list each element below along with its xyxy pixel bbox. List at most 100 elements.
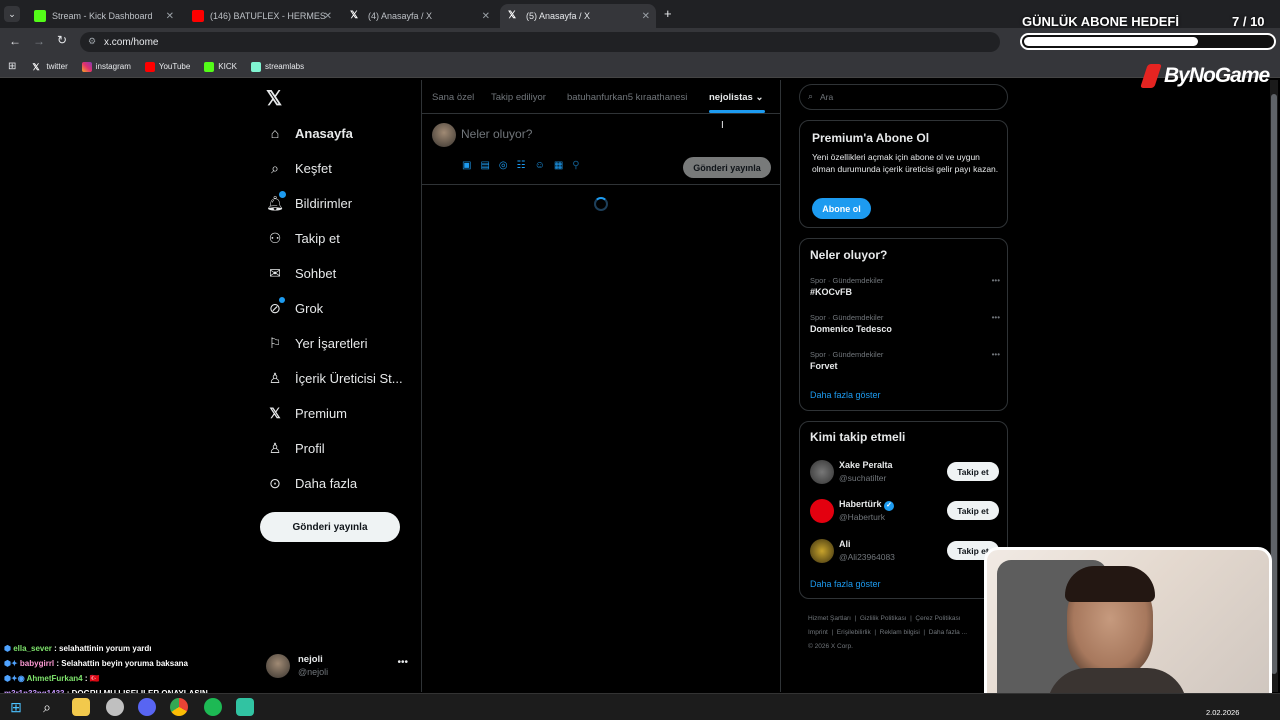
address-bar[interactable]: ⚙ x.com/home [80,32,1000,52]
avatar [810,499,834,523]
bookmark-twitter[interactable]: 𝕏twitter [32,62,67,72]
footer-link[interactable]: Imprint [808,629,828,636]
discord-icon[interactable] [138,698,156,716]
browser-tab[interactable]: Stream - Kick Dashboard ✕ [26,4,180,28]
mail-icon: ✉ [269,264,281,281]
sidebar-item-more[interactable]: ⊙ Daha fazla [266,474,357,492]
bookmark-instagram[interactable]: instagram [81,61,131,72]
follow-button[interactable]: Takip et [947,462,999,481]
schedule-icon[interactable]: ▦ [554,160,563,171]
more-icon[interactable]: ••• [992,313,1000,322]
sidebar-item-creator-studio[interactable]: ♙ İçerik Üreticisi St... [266,369,403,387]
browser-tab-active[interactable]: 𝕏 (5) Anasayfa / X ✕ [500,4,656,28]
close-icon[interactable]: ✕ [166,11,174,22]
post-button[interactable]: Gönderi yayınla [260,512,400,542]
trend-category: Spor · Gündemdekiler [810,350,884,359]
site-info-icon[interactable]: ⚙ [88,36,96,47]
x-logo-icon: 𝕏 [350,10,359,21]
trend-item[interactable]: Spor · Gündemdekiler Domenico Tedesco ••… [810,313,1000,334]
trend-item[interactable]: Spor · Gündemdekiler #KOCvFB ••• [810,276,1000,297]
footer-link[interactable]: Daha fazla ... [929,629,967,636]
chrome-icon[interactable] [170,698,188,716]
search-icon[interactable]: ⌕ [38,698,56,716]
follow-suggestion[interactable]: Ali @Ali23964083 Takip et [800,537,1009,567]
sidebar-item-label: Sohbet [295,265,337,281]
account-switcher[interactable]: nejoli @nejoli ••• [266,652,412,682]
more-icon[interactable]: ••• [992,350,1000,359]
new-tab-button[interactable]: + [664,6,672,21]
trend-item[interactable]: Spor · Gündemdekiler Forvet ••• [810,350,1000,371]
tab-nejolistas[interactable]: nejolistas ⌄ [709,92,763,103]
tab-following[interactable]: Takip ediliyor [491,92,546,103]
subscribe-button[interactable]: Abone ol [812,198,871,219]
avatar [810,539,834,563]
tab-for-you[interactable]: Sana özel [432,92,474,103]
file-explorer-icon[interactable] [72,698,90,716]
user-name: Ali [839,539,851,549]
composer-avatar [432,123,456,147]
show-more-link[interactable]: Daha fazla göster [810,390,881,400]
forward-icon[interactable]: → [33,34,45,48]
sidebar-item-follow[interactable]: ⚇ Takip et [266,229,340,247]
sidebar-item-explore[interactable]: ⌕ Keşfet [266,159,332,177]
sidebar-item-notifications[interactable]: 🔔︎ Bildirimler [266,191,352,212]
follow-button[interactable]: Takip et [947,501,999,520]
footer-link[interactable]: Çerez Politikası [915,615,960,622]
tab-list[interactable]: batuhanfurkan5 kıraathanesi [567,92,687,103]
footer-link[interactable]: Erişilebilirlik [837,629,871,636]
text-cursor-icon: I [721,120,724,131]
more-icon[interactable]: ••• [397,657,408,668]
bookmark-youtube[interactable]: YouTube [144,61,190,72]
footer-link[interactable]: Gizlilik Politikası [860,615,907,622]
streamlabs-icon[interactable] [236,698,254,716]
youtube-icon [144,61,155,72]
browser-tab[interactable]: 𝕏 (4) Anasayfa / X ✕ [342,4,496,28]
close-icon[interactable]: ✕ [482,11,490,22]
reload-icon[interactable]: ↻ [57,33,67,47]
footer-link[interactable]: Hizmet Şartları [808,615,851,622]
sidebar-item-premium[interactable]: 𝕏 Premium [266,404,347,422]
poll-icon[interactable]: ☷ [517,160,526,171]
chevron-down-icon: ⌄ [755,92,764,103]
bookmark-kick[interactable]: KICK [204,61,237,72]
sidebar-item-bookmarks[interactable]: ⚐ Yer İşaretleri [266,334,368,352]
bookmark-streamlabs[interactable]: streamlabs [250,61,304,72]
sidebar-item-profile[interactable]: ♙ Profil [266,439,325,457]
composer-post-button[interactable]: Gönderi yayınla [683,157,771,178]
close-icon[interactable]: ✕ [642,11,650,22]
sidebar-item-home[interactable]: ⌂ Anasayfa [266,124,353,142]
trends-card: Neler oluyor? Spor · Gündemdekiler #KOCv… [799,238,1008,411]
sidebar-item-grok[interactable]: ⊘ Grok [266,297,323,317]
browser-tab[interactable]: (146) BATUFLEX - HERMES 2.0 / ✕ [184,4,338,28]
more-circle-icon: ⊙ [269,474,281,491]
location-icon[interactable]: ⚲ [572,160,579,171]
divider [422,113,781,114]
chat-badge-icon: ⬢✦◉ [4,674,27,683]
footer-link[interactable]: Reklam bilgisi [880,629,920,636]
media-icon[interactable]: ▣ [462,160,471,171]
grok-icon[interactable]: ◎ [499,160,508,171]
chat-badge-icon: ⬢ [4,644,14,653]
search-input[interactable]: ⌕ Ara [799,84,1008,110]
spotify-icon[interactable] [204,698,222,716]
follow-suggestion[interactable]: Habertürk ✓ @Haberturk Takip et [800,497,1009,527]
close-icon[interactable]: ✕ [324,11,332,22]
goal-progress-bar [1020,33,1276,50]
x-home-logo[interactable]: 𝕏 [266,86,282,111]
who-to-follow-title: Kimi takip etmeli [810,430,906,444]
more-icon[interactable]: ••• [992,276,1000,285]
emoji-icon[interactable]: ☺ [535,160,545,171]
sidebar-item-label: Takip et [295,230,340,246]
tab-search-button[interactable]: ⌄ [4,6,20,22]
show-more-link[interactable]: Daha fazla göster [810,579,881,589]
sidebar-item-chat[interactable]: ✉ Sohbet [266,264,336,282]
chat-text: : selahattinin yorum yardı [51,644,152,653]
composer-input[interactable]: Neler oluyor? [461,127,532,141]
premium-title: Premium'a Abone Ol [812,131,930,145]
back-icon[interactable]: ← [9,34,21,48]
follow-suggestion[interactable]: Xake Peralta @suchatilter Takip et [800,458,1009,488]
windows-start-icon[interactable]: ⊞ [7,698,25,716]
gif-icon[interactable]: ▤ [480,160,489,171]
apps-icon[interactable]: ⊞ [8,61,16,72]
app-icon[interactable] [106,698,124,716]
